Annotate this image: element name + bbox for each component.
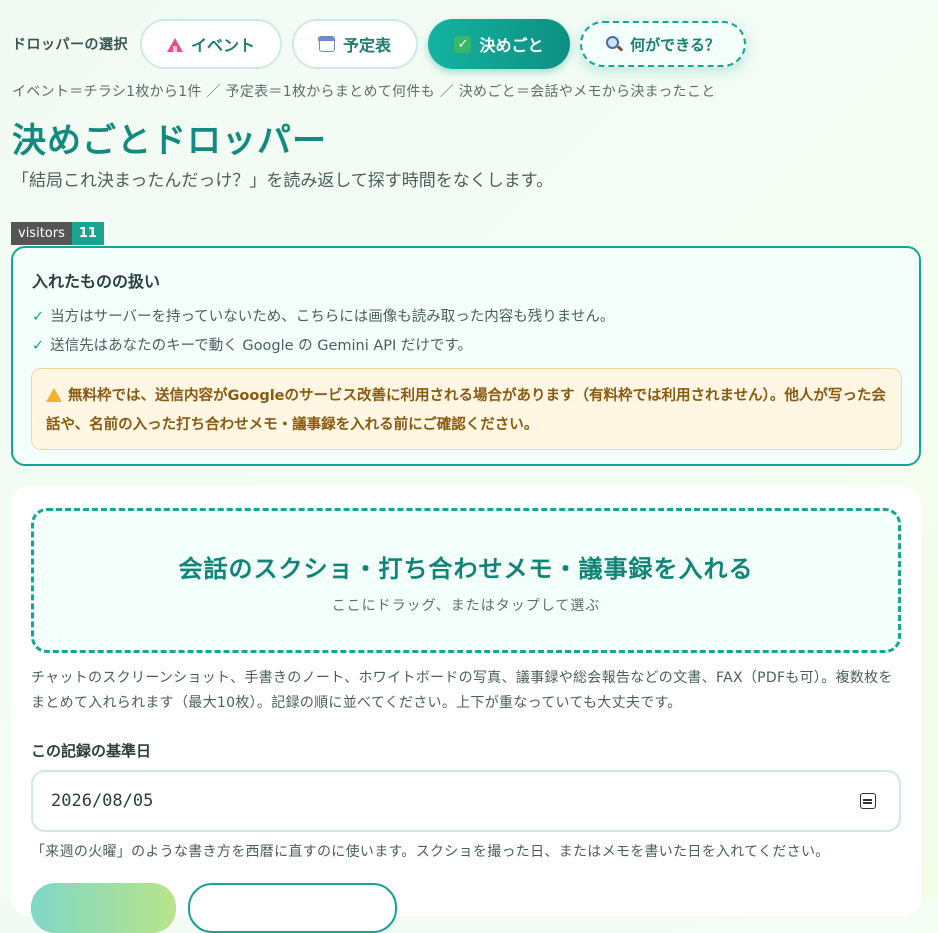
selector-label: ドロッパーの選択 — [12, 37, 128, 53]
check-box-icon: ✓ — [454, 35, 472, 53]
privacy-item-text: 当方はサーバーを持っていないため、こちらには画像も読み取った内容も残りません。 — [50, 309, 615, 325]
privacy-heading: 入れたものの扱い — [32, 272, 161, 291]
file-drop-zone[interactable]: 会話のスクショ・打ち合わせメモ・議事録を入れる ここにドラッグ、またはタップして… — [31, 508, 901, 653]
input-card: 会話のスクショ・打ち合わせメモ・議事録を入れる ここにドラッグ、またはタップして… — [11, 486, 921, 933]
event-tab-label: イベント — [190, 36, 255, 55]
base-date-label: この記録の基準日 — [31, 742, 152, 760]
event-dropper-tab[interactable]: イベント — [140, 19, 282, 69]
calendar-icon — [318, 35, 335, 52]
dropper-summary: イベント＝チラシ1枚から1件 ／ 予定表＝1枚からまとめて何件も ／ 決めごと＝… — [12, 84, 716, 100]
privacy-panel: 入れたものの扱い ✓ 当方はサーバーを持っていないため、こちらには画像も読み取った… — [11, 246, 921, 466]
visitors-badge: visitors 11 — [11, 222, 104, 245]
free-tier-warning: 無料枠では、送信内容がGoogleのサービス改善に利用される場合があります（有料… — [31, 368, 902, 450]
checkmark-icon: ✓ — [32, 309, 45, 325]
warning-text: 無料枠では、送信内容がGoogleのサービス改善に利用される場合があります（有料… — [46, 388, 886, 433]
base-date-hint: 「来週の火曜」のような書き方を西暦に直すのに使います。スクショを撮った日、または… — [31, 844, 830, 860]
privacy-item: ✓ 当方はサーバーを持っていないため、こちらには画像も読み取った内容も残りません。 — [32, 305, 614, 326]
page-tagline: 「結局これ決まったんだっけ？」を読み返して探す時間をなくします。 — [12, 171, 554, 191]
schedule-dropper-tab[interactable]: 予定表 — [292, 19, 418, 69]
privacy-item-text: 送信先はあなたのキーで動く Google の Gemini API だけです。 — [50, 338, 472, 354]
warning-icon — [46, 388, 62, 402]
checkmark-icon: ✓ — [32, 338, 45, 354]
what-can-it-do-button[interactable]: 何ができる？ — [580, 21, 746, 67]
decision-tab-label: 決めごと — [479, 36, 544, 55]
drop-zone-title: 会話のスクショ・打ち合わせメモ・議事録を入れる — [178, 555, 754, 583]
schedule-tab-label: 予定表 — [342, 36, 391, 55]
calendar-picker-icon[interactable] — [860, 793, 876, 809]
what-button-label: 何ができる？ — [630, 35, 720, 54]
page-title: 決めごとドロッパー — [12, 121, 327, 161]
secondary-action-button[interactable] — [188, 883, 397, 933]
primary-action-button[interactable] — [31, 883, 176, 933]
visitors-label: visitors — [11, 222, 72, 245]
visitors-count: 11 — [71, 222, 104, 245]
decision-dropper-tab[interactable]: ✓ 決めごと — [428, 19, 570, 69]
input-description: チャットのスクリーンショット、手書きのノート、ホワイトボードの写真、議事録や総会… — [31, 670, 893, 711]
circus-tent-icon — [166, 36, 183, 52]
privacy-item: ✓ 送信先はあなたのキーで動く Google の Gemini API だけです。 — [32, 334, 472, 355]
magnifier-icon — [606, 36, 622, 52]
base-date-input[interactable] — [31, 770, 901, 832]
drop-zone-subtitle: ここにドラッグ、またはタップして選ぶ — [331, 598, 601, 614]
dropper-selector: ドロッパーの選択 イベント 予定表 ✓ 決めごと 何ができる？ — [12, 18, 756, 70]
